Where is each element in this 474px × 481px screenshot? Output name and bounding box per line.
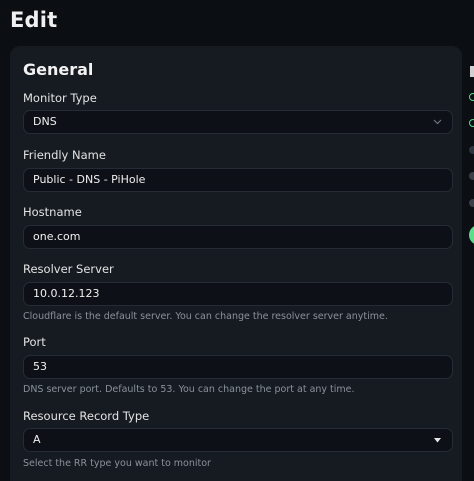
friendly-name-input[interactable]: Public - DNS - PiHole <box>23 168 453 192</box>
monitor-type-label: Monitor Type <box>23 91 97 105</box>
right-panel-edge <box>464 0 474 481</box>
friendly-name-label: Friendly Name <box>23 148 106 162</box>
resource-record-type-hint: Select the RR type you want to monitor <box>23 458 211 469</box>
port-label: Port <box>23 335 46 349</box>
general-card: General Monitor Type DNS Friendly Name P… <box>10 46 462 481</box>
radio-icon[interactable] <box>469 199 474 207</box>
edit-page: Edit General Monitor Type DNS Friendly N… <box>0 0 474 481</box>
resolver-server-hint: Cloudflare is the default server. You ca… <box>23 311 388 322</box>
port-hint: DNS server port. Defaults to 53. You can… <box>23 384 355 395</box>
monitor-type-value: DNS <box>33 115 57 128</box>
radio-icon[interactable] <box>469 172 474 180</box>
radio-icon[interactable] <box>469 93 474 101</box>
caret-down-icon <box>432 429 442 451</box>
resolver-server-label: Resolver Server <box>23 262 114 276</box>
panel-heading-fragment <box>470 66 474 77</box>
resolver-server-value: 10.0.12.123 <box>33 287 100 300</box>
resolver-server-input[interactable]: 10.0.12.123 <box>23 282 453 306</box>
radio-icon[interactable] <box>469 146 474 154</box>
chevron-down-icon <box>432 111 442 133</box>
hostname-input[interactable]: one.com <box>23 225 453 249</box>
resource-record-type-select[interactable]: A <box>23 428 453 452</box>
radio-icon[interactable] <box>469 119 474 127</box>
page-title: Edit <box>10 8 58 32</box>
port-input[interactable]: 53 <box>23 355 453 379</box>
resource-record-type-value: A <box>33 433 41 446</box>
resource-record-type-label: Resource Record Type <box>23 409 150 423</box>
section-title-general: General <box>23 60 94 79</box>
monitor-type-select[interactable]: DNS <box>23 110 453 134</box>
friendly-name-value: Public - DNS - PiHole <box>33 173 146 186</box>
hostname-label: Hostname <box>23 205 82 219</box>
port-value: 53 <box>33 360 47 373</box>
hostname-value: one.com <box>33 230 81 243</box>
toggle-switch[interactable] <box>469 225 474 245</box>
